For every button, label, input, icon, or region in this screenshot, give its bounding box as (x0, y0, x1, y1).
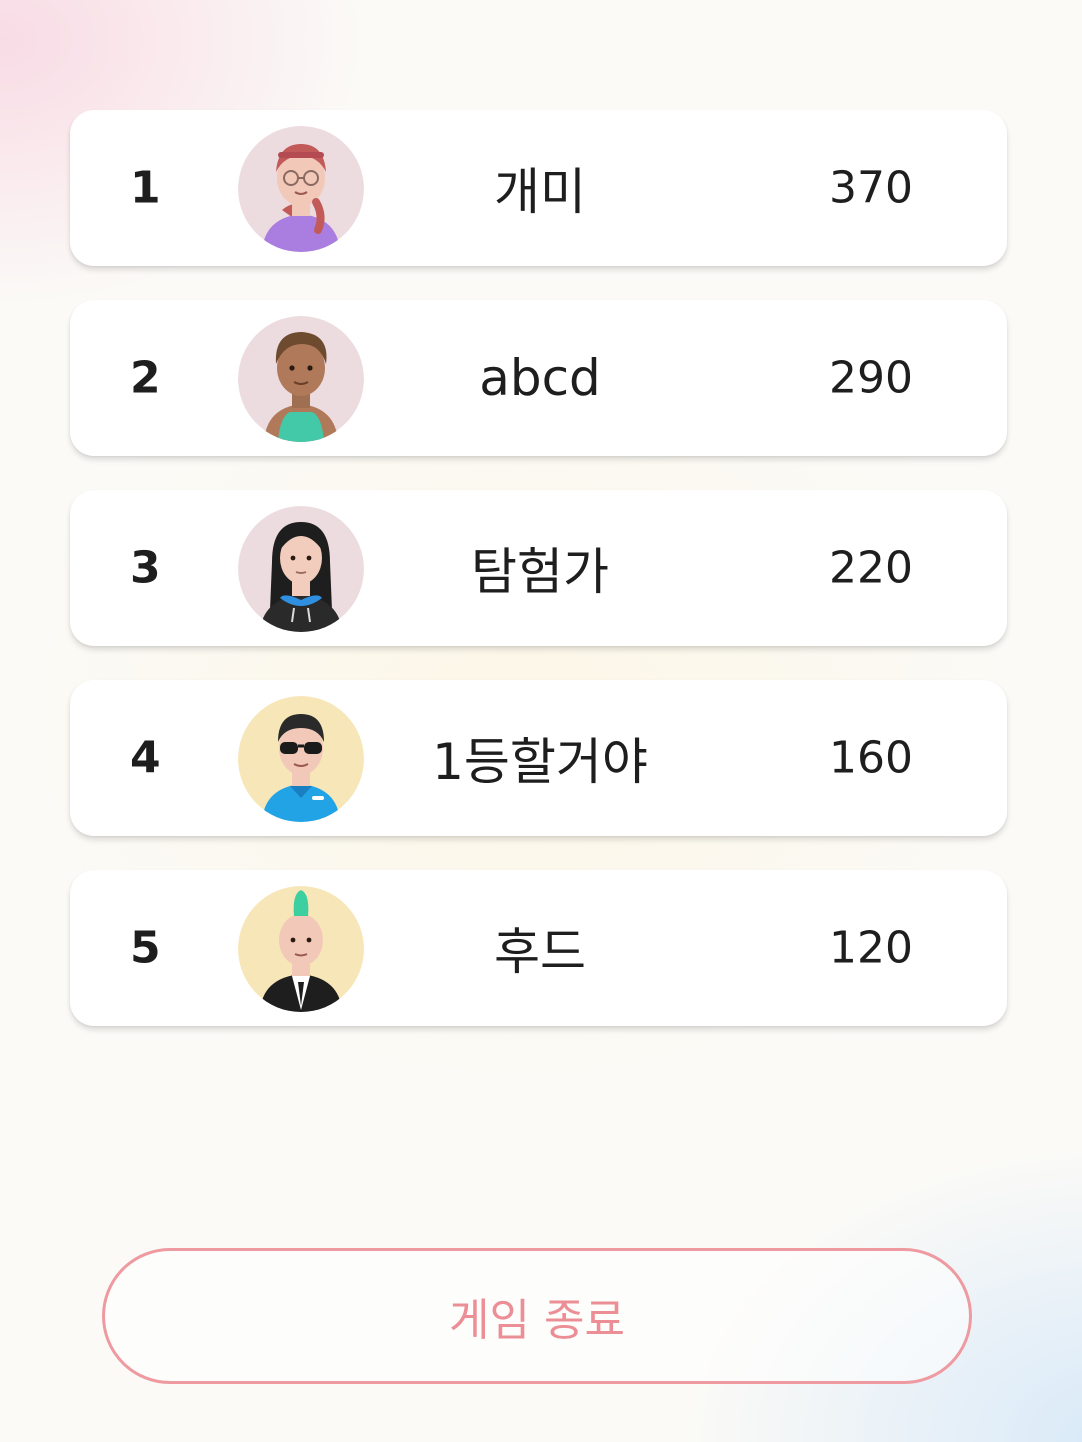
avatar-tank-top-icon (238, 316, 364, 442)
end-game-button[interactable]: 게임 종료 (102, 1248, 972, 1384)
player-score: 370 (829, 162, 913, 214)
player-score: 290 (829, 352, 913, 404)
player-score: 160 (829, 732, 913, 784)
rank-number: 4 (130, 732, 161, 784)
avatar-sunglasses-icon (238, 696, 364, 822)
player-name: abcd (479, 349, 601, 407)
avatar-glasses-braid-icon (238, 126, 364, 252)
player-name: 후드 (494, 923, 586, 981)
ranking-list: 1 개미 370 2 abcd 290 3 탐험가 220 4 1등할거야 16… (70, 110, 1007, 1060)
avatar-long-hair-hoodie-icon (238, 506, 364, 632)
rank-number: 1 (130, 162, 161, 214)
ranking-row: 3 탐험가 220 (70, 490, 1007, 646)
ranking-row: 4 1등할거야 160 (70, 680, 1007, 836)
player-name: 개미 (494, 163, 586, 221)
rank-number: 3 (130, 542, 161, 594)
player-score: 120 (829, 922, 913, 974)
rank-number: 5 (130, 922, 161, 974)
rank-number: 2 (130, 352, 161, 404)
avatar-mohawk-icon (238, 886, 364, 1012)
player-name: 1등할거야 (432, 733, 648, 791)
ranking-row: 1 개미 370 (70, 110, 1007, 266)
ranking-row: 2 abcd 290 (70, 300, 1007, 456)
ranking-row: 5 후드 120 (70, 870, 1007, 1026)
player-name: 탐험가 (471, 543, 609, 601)
player-score: 220 (829, 542, 913, 594)
